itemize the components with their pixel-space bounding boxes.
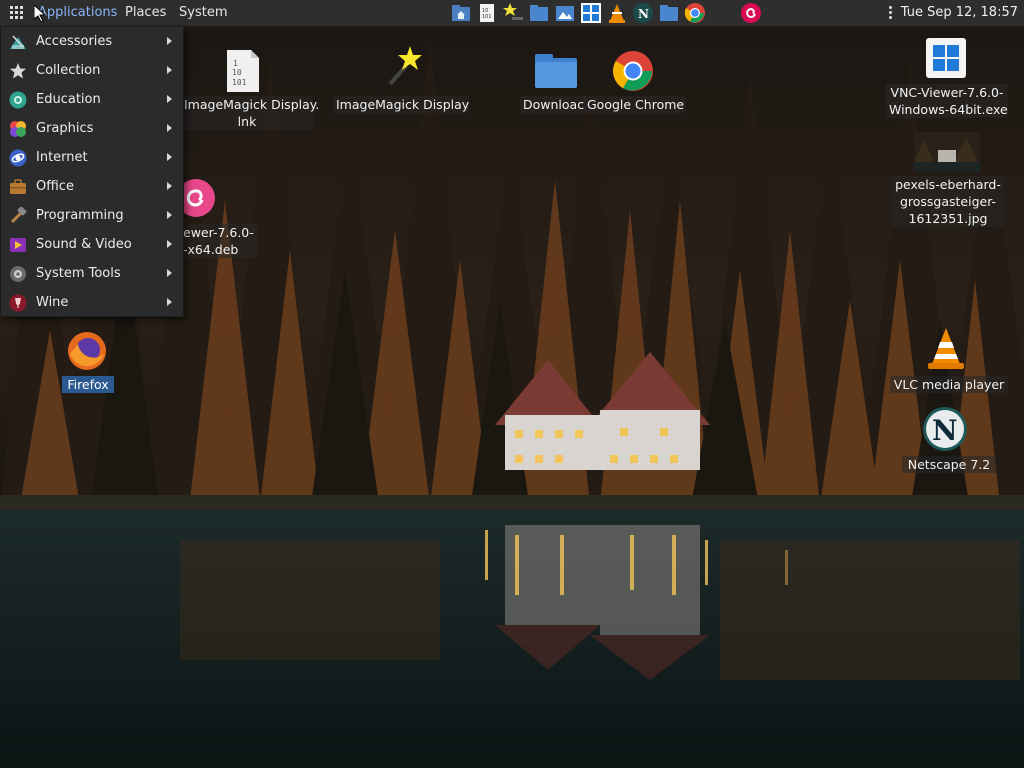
vlc-icon[interactable] bbox=[606, 2, 628, 24]
desktop-icon-vnc-viewer-deb[interactable]: ewer-7.6.0- -x64.deb bbox=[180, 178, 260, 260]
desktop-icon-downloads[interactable]: Downloac bbox=[520, 48, 592, 116]
svg-text:101: 101 bbox=[232, 78, 247, 87]
svg-text:N: N bbox=[638, 7, 649, 21]
accessories-icon bbox=[10, 35, 26, 49]
apps-grid-icon[interactable] bbox=[10, 6, 24, 20]
submenu-arrow-icon bbox=[167, 240, 172, 248]
menu-item-office[interactable]: Office bbox=[1, 172, 183, 201]
desktop-icon-imagemagick-display[interactable]: ImageMagick Display bbox=[332, 44, 472, 116]
debian-package-icon bbox=[180, 179, 215, 217]
imagemagick-wand-icon bbox=[388, 46, 422, 86]
submenu-arrow-icon bbox=[167, 124, 172, 132]
menu-item-wine[interactable]: Wine bbox=[1, 288, 183, 317]
desktop-icon-firefox[interactable]: Firefox bbox=[60, 330, 120, 396]
firefox-icon bbox=[68, 332, 106, 370]
programming-icon bbox=[10, 207, 27, 224]
folder-icon[interactable] bbox=[528, 2, 550, 24]
submenu-arrow-icon bbox=[167, 269, 172, 277]
submenu-arrow-icon bbox=[167, 211, 172, 219]
submenu-arrow-icon bbox=[167, 153, 172, 161]
menu-item-graphics[interactable]: Graphics bbox=[1, 114, 183, 143]
more-options-icon[interactable] bbox=[888, 6, 893, 20]
desktop-icon-label: ImageMagick Display bbox=[333, 96, 469, 113]
education-icon bbox=[9, 91, 27, 109]
menu-places[interactable]: Places bbox=[125, 0, 166, 26]
internet-icon bbox=[9, 149, 27, 167]
desktop-icon-jpg-file[interactable]: pexels-eberhard- grossgasteiger- 1612351… bbox=[890, 132, 1006, 232]
desktop-icon-label: VLC media player bbox=[890, 376, 1008, 393]
submenu-arrow-icon bbox=[167, 298, 172, 306]
menu-item-sound-video[interactable]: Sound & Video bbox=[1, 230, 183, 259]
image-viewer-icon[interactable] bbox=[554, 2, 576, 24]
imagemagick-icon[interactable] bbox=[502, 2, 524, 24]
mouse-pointer-icon bbox=[34, 5, 46, 23]
clock[interactable]: Tue Sep 12, 18:57 bbox=[901, 0, 1018, 26]
submenu-arrow-icon bbox=[167, 66, 172, 74]
desktop-icon-google-chrome[interactable]: Google Chrome bbox=[584, 48, 688, 116]
desktop-icon-vlc[interactable]: VLC media player bbox=[890, 326, 1010, 394]
submenu-arrow-icon bbox=[167, 37, 172, 45]
sound-video-icon bbox=[10, 238, 26, 252]
applications-menu: Accessories Collection Education Graphic… bbox=[0, 26, 184, 317]
desktop-icon-imagemagick-lnk[interactable]: 1 10 101 ImageMagick Display. lnk bbox=[181, 48, 319, 133]
quick-launch-bar: 10 101 N bbox=[450, 2, 762, 24]
chrome-icon[interactable] bbox=[684, 2, 706, 24]
star-icon bbox=[10, 63, 26, 79]
windows-icon[interactable] bbox=[580, 2, 602, 24]
folder-icon bbox=[535, 54, 577, 88]
desktop-icon-netscape[interactable]: N Netscape 7.2 bbox=[902, 406, 998, 474]
desktop-icon-label: ewer-7.6.0- -x64.deb bbox=[180, 224, 258, 258]
netscape-icon[interactable]: N bbox=[632, 2, 654, 24]
graphics-icon bbox=[10, 121, 26, 137]
desktop-icon-label: Downloac bbox=[520, 96, 586, 113]
chrome-icon bbox=[613, 51, 653, 91]
svg-text:N: N bbox=[932, 414, 958, 447]
desktop-icon-label: VNC-Viewer-7.6.0- Windows-64bit.exe bbox=[886, 84, 1008, 118]
windows-icon bbox=[926, 38, 966, 78]
desktop-icon-label: ImageMagick Display. lnk bbox=[181, 96, 319, 130]
menu-applications[interactable]: Applications bbox=[38, 0, 117, 26]
menu-item-programming[interactable]: Programming bbox=[1, 201, 183, 230]
binary-file-icon: 1 10 101 bbox=[227, 50, 259, 92]
menu-item-internet[interactable]: Internet bbox=[1, 143, 183, 172]
image-thumbnail-icon bbox=[914, 132, 980, 172]
menu-item-education[interactable]: Education bbox=[1, 85, 183, 114]
top-panel: Applications Places System 10 101 N Tue … bbox=[0, 0, 1024, 27]
svg-text:10: 10 bbox=[232, 68, 242, 77]
submenu-arrow-icon bbox=[167, 182, 172, 190]
vlc-icon bbox=[928, 328, 964, 369]
home-folder-icon[interactable] bbox=[450, 2, 472, 24]
submenu-arrow-icon bbox=[167, 95, 172, 103]
menu-item-accessories[interactable]: Accessories bbox=[1, 27, 183, 56]
desktop-icon-vnc-viewer-exe[interactable]: VNC-Viewer-7.6.0- Windows-64bit.exe bbox=[886, 38, 1010, 120]
desktop-icon-label: Google Chrome bbox=[584, 96, 686, 113]
menu-item-system-tools[interactable]: System Tools bbox=[1, 259, 183, 288]
system-tools-icon bbox=[10, 266, 26, 282]
office-icon bbox=[10, 179, 26, 194]
wine-icon bbox=[9, 294, 27, 312]
panel-status-area: Tue Sep 12, 18:57 bbox=[888, 0, 1018, 26]
netscape-icon: N bbox=[923, 407, 967, 451]
desktop-icon-label: Firefox bbox=[62, 376, 114, 393]
folder-icon[interactable] bbox=[658, 2, 680, 24]
desktop-icon-label: pexels-eberhard- grossgasteiger- 1612351… bbox=[892, 176, 1004, 227]
svg-text:1: 1 bbox=[233, 59, 238, 68]
menu-item-collection[interactable]: Collection bbox=[1, 56, 183, 85]
debian-icon[interactable] bbox=[740, 2, 762, 24]
svg-text:101: 101 bbox=[482, 14, 492, 20]
desktop-icon-label: Netscape 7.2 bbox=[902, 456, 996, 473]
menu-system[interactable]: System bbox=[179, 0, 227, 26]
text-file-icon[interactable]: 10 101 bbox=[476, 2, 498, 24]
